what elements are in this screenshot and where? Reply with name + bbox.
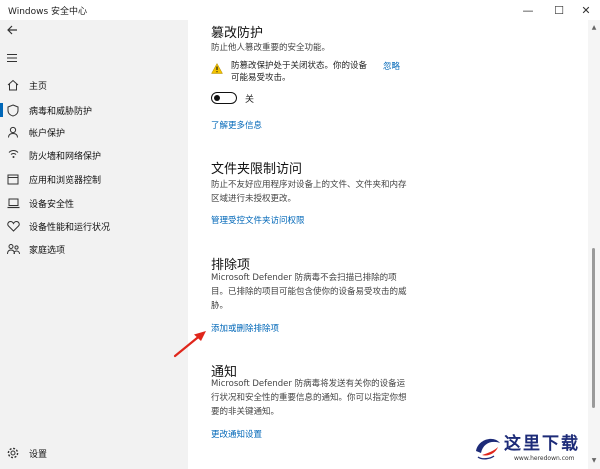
tamper-protection-description: 防止他人篡改重要的安全功能。 — [211, 43, 331, 53]
sidebar: 主页 病毒和威胁防护 帐户保护 防火墙和网络保护 应用和浏览器控制 设备安全性 — [0, 20, 188, 469]
maximize-button[interactable]: ☐ — [545, 1, 573, 19]
exclusions-description: Microsoft Defender 防病毒不会扫描已排除的项目。已排除的项目可… — [211, 273, 407, 311]
sidebar-item-label: 设置 — [29, 449, 48, 460]
watermark-logo: 这里下载 www.heredown.com — [470, 425, 598, 467]
sidebar-item-label: 家庭选项 — [29, 245, 66, 256]
warning-text: 防篡改保护处于关闭状态。你的设备可能易受攻击。 — [231, 61, 368, 83]
scroll-thumb[interactable] — [592, 248, 595, 408]
change-notification-settings-link[interactable]: 更改通知设置 — [211, 428, 262, 440]
sidebar-item-label: 病毒和威胁防护 — [29, 106, 93, 117]
sidebar-item-device-security[interactable]: 设备安全性 — [0, 192, 188, 214]
sidebar-item-account[interactable]: 帐户保护 — [0, 121, 188, 143]
sidebar-item-label: 应用和浏览器控制 — [29, 175, 102, 186]
wifi-icon — [6, 148, 20, 162]
home-icon — [6, 78, 20, 92]
sidebar-item-home[interactable]: 主页 — [0, 74, 188, 96]
sidebar-item-label: 设备性能和运行状况 — [29, 222, 111, 233]
close-button[interactable]: ✕ — [572, 1, 600, 19]
sidebar-item-label: 设备安全性 — [29, 199, 75, 210]
watermark-text: 这里下载 — [504, 434, 580, 454]
watermark-url: www.heredown.com — [514, 455, 575, 462]
minimize-button[interactable]: — — [514, 1, 542, 19]
back-arrow-icon — [7, 25, 17, 35]
sidebar-item-label: 主页 — [29, 81, 48, 92]
tamper-protection-toggle[interactable] — [211, 92, 237, 104]
folder-access-title: 文件夹限制访问 — [211, 162, 303, 177]
scroll-up-icon[interactable]: ▲ — [590, 24, 598, 32]
window-title: Windows 安全中心 — [8, 7, 88, 17]
sidebar-item-label: 帐户保护 — [29, 128, 66, 139]
sidebar-item-label: 防火墙和网络保护 — [29, 151, 102, 162]
sidebar-item-virus-protection[interactable]: 病毒和威胁防护 — [0, 99, 188, 121]
toggle-knob — [214, 94, 220, 101]
learn-more-link[interactable]: 了解更多信息 — [211, 119, 262, 131]
main-content: 篡改防护 防止他人篡改重要的安全功能。 防篡改保护处于关闭状态。你的设备可能易受… — [188, 20, 588, 469]
person-icon — [6, 125, 20, 139]
sidebar-item-app-browser[interactable]: 应用和浏览器控制 — [0, 168, 188, 190]
toggle-state-label: 关 — [245, 95, 255, 105]
title-bar: Windows 安全中心 — ☐ ✕ — [0, 0, 600, 20]
sidebar-item-firewall[interactable]: 防火墙和网络保护 — [0, 144, 188, 166]
sidebar-item-settings[interactable]: 设置 — [0, 442, 188, 464]
sidebar-item-family[interactable]: 家庭选项 — [0, 238, 188, 260]
notifications-description: Microsoft Defender 防病毒将发送有关你的设备运行状况和安全性的… — [211, 379, 407, 417]
family-icon — [6, 242, 20, 256]
gear-icon — [6, 446, 20, 460]
add-remove-exclusions-link[interactable]: 添加或删除排除项 — [211, 322, 279, 334]
back-button[interactable] — [6, 24, 18, 40]
dismiss-link[interactable]: 忽略 — [383, 60, 400, 72]
tamper-protection-title: 篡改防护 — [211, 26, 264, 41]
laptop-icon — [6, 196, 20, 210]
scrollbar[interactable]: ▲ ▼ — [588, 20, 600, 469]
menu-button[interactable] — [6, 52, 18, 67]
heart-icon — [6, 219, 20, 233]
warning-icon — [211, 63, 223, 74]
swirl-logo-icon — [476, 438, 500, 460]
manage-folder-access-link[interactable]: 管理受控文件夹访问权限 — [211, 214, 305, 226]
hamburger-icon — [7, 53, 17, 63]
shield-icon — [6, 103, 20, 117]
app-window-icon — [6, 172, 20, 186]
folder-access-description: 防止不友好应用程序对设备上的文件、文件夹和内存区域进行未授权更改。 — [211, 180, 407, 204]
sidebar-item-device-performance[interactable]: 设备性能和运行状况 — [0, 215, 188, 237]
active-indicator — [0, 103, 3, 117]
annotation-arrow-icon — [173, 331, 206, 358]
